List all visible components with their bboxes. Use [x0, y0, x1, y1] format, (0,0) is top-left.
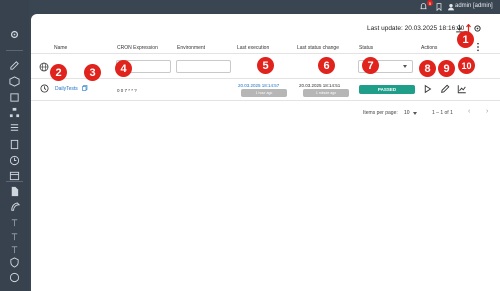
last-update-text: Last update: 20.03.2025 18:16:00 — [367, 25, 465, 32]
column-header-status[interactable]: Status — [359, 45, 373, 51]
bookmark-icon[interactable] — [435, 3, 443, 11]
notification-badge: 5 — [427, 0, 433, 6]
annotation-marker: 8 — [419, 60, 436, 77]
gear-icon[interactable] — [473, 24, 482, 33]
play-icon[interactable] — [423, 84, 432, 94]
shield-icon[interactable] — [8, 256, 21, 269]
pencil-icon[interactable] — [440, 84, 450, 94]
column-header-last-status-change[interactable]: Last status change — [297, 45, 339, 51]
settings-icon[interactable] — [8, 28, 21, 41]
help-icon[interactable] — [8, 271, 21, 284]
user-icon[interactable] — [447, 3, 455, 11]
copy-icon[interactable] — [82, 85, 88, 91]
annotation-marker: 7 — [362, 57, 379, 74]
column-header-last-execution[interactable]: Last execution — [237, 45, 269, 51]
annotation-marker: 1 — [457, 31, 474, 48]
column-header-name[interactable]: Name — [54, 45, 67, 51]
last-execution-chip: 1 hour ago — [241, 89, 287, 97]
chevron-down-icon — [403, 65, 407, 68]
annotation-marker: 5 — [257, 57, 274, 74]
main-panel: Last update: 20.03.2025 18:16:00 Name CR… — [31, 14, 500, 291]
top-bar: 5 admin [admin] — [29, 0, 500, 14]
annotation-marker: 2 — [50, 64, 67, 81]
cube-icon[interactable] — [8, 75, 21, 88]
clock-icon[interactable] — [8, 154, 21, 167]
previous-page-button[interactable]: ‹ — [468, 108, 470, 115]
file-icon[interactable] — [8, 185, 21, 198]
environment-filter-input[interactable] — [176, 60, 231, 73]
schedule-clock-icon — [40, 84, 49, 93]
sidebar — [0, 0, 29, 291]
chart-icon[interactable] — [457, 84, 467, 94]
text-icon[interactable] — [8, 216, 21, 229]
edit-icon[interactable] — [8, 59, 21, 72]
cron-expression: 0 0 7 * * ? — [117, 88, 137, 93]
status-badge: PASSED — [359, 85, 415, 94]
annotation-arrow-icon — [466, 24, 471, 32]
list-icon[interactable] — [8, 121, 21, 134]
header-divider — [31, 53, 500, 54]
annotation-marker: 6 — [318, 57, 335, 74]
annotation-marker: 4 — [115, 60, 132, 77]
annotation-marker: 9 — [438, 60, 455, 77]
sidebar-divider — [6, 50, 23, 51]
column-header-cron[interactable]: CRON Expression — [117, 45, 158, 51]
user-label[interactable]: admin [admin] — [455, 3, 493, 9]
column-header-environment[interactable]: Environment — [177, 45, 205, 51]
annotation-marker: 3 — [84, 64, 101, 81]
pagination-range: 1 – 1 of 1 — [432, 110, 453, 116]
sidebar-divider — [6, 181, 23, 182]
last-execution-link[interactable]: 20.03.2025 18:14:57 — [238, 83, 279, 88]
last-status-change-chip: 1 minute ago — [303, 89, 349, 97]
hierarchy-icon[interactable] — [8, 106, 21, 119]
annotation-marker: 10 — [458, 57, 475, 74]
more-options-icon[interactable] — [475, 42, 481, 52]
row-divider — [31, 100, 500, 101]
items-per-page-label: Items per page: — [363, 110, 398, 116]
items-per-page-select[interactable]: 10 — [404, 110, 410, 116]
job-name-link[interactable]: DailyTests — [55, 86, 78, 92]
text-icon[interactable] — [8, 243, 21, 256]
filter-divider — [31, 78, 500, 79]
globe-icon[interactable] — [39, 62, 49, 72]
next-page-button[interactable]: › — [486, 108, 488, 115]
chevron-down-icon[interactable] — [413, 112, 417, 115]
text-icon[interactable] — [8, 230, 21, 243]
rocket-icon[interactable] — [8, 201, 21, 214]
document-icon[interactable] — [8, 138, 21, 151]
column-header-actions: Actions — [421, 45, 438, 51]
last-status-change: 20.03.2025 18:14:51 — [299, 83, 341, 88]
box-icon[interactable] — [8, 91, 21, 104]
